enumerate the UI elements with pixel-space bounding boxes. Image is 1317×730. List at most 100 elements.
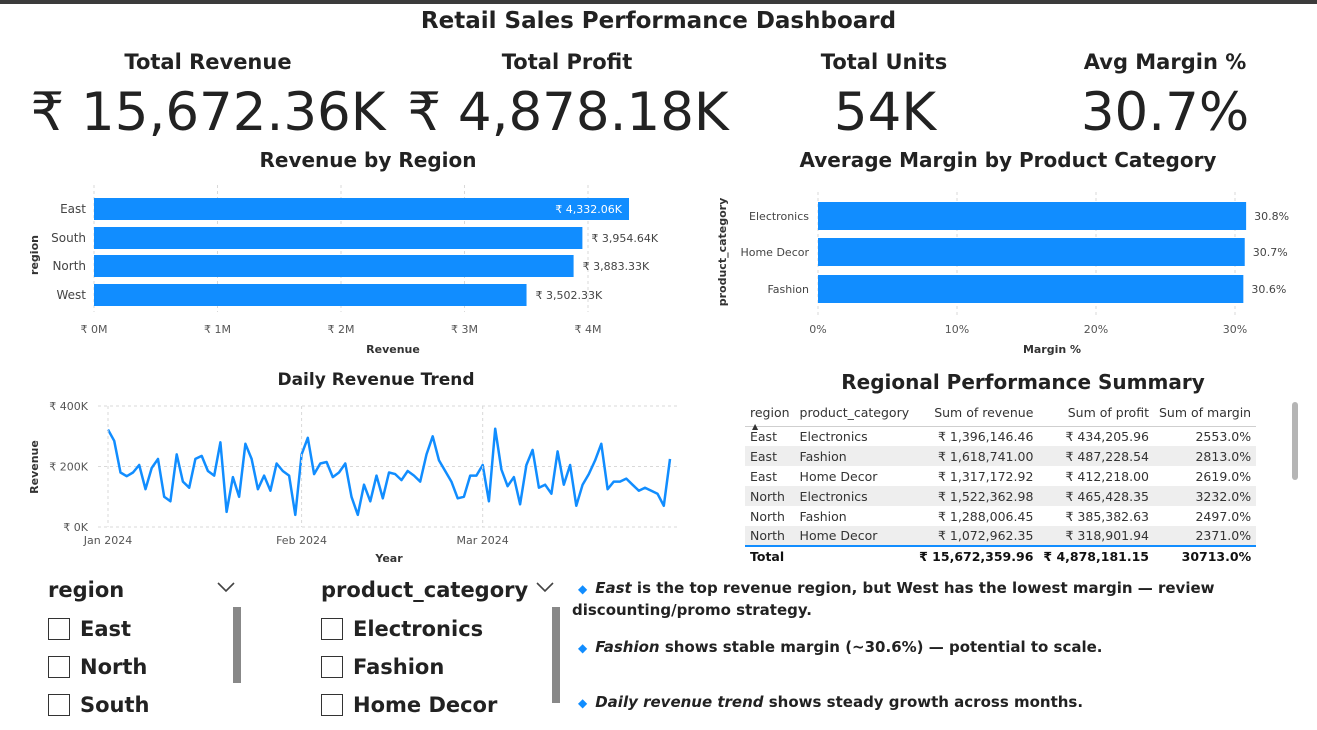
col-header-sum-revenue[interactable]: Sum of revenue	[914, 400, 1039, 427]
cell-margin: 2497.0%	[1195, 508, 1252, 524]
slicer-item-east[interactable]: East	[48, 617, 131, 641]
checkbox[interactable]	[321, 656, 343, 678]
checkbox[interactable]	[48, 618, 70, 640]
cell-margin: 2553.0%	[1195, 428, 1252, 444]
chevron-down-icon[interactable]	[216, 580, 236, 594]
data-label: 30.6%	[1251, 283, 1286, 296]
data-label: 30.7%	[1253, 246, 1288, 259]
x-tick-label: Jan 2024	[83, 534, 132, 547]
y-tick-label: ₹ 400K	[49, 400, 88, 413]
y-tick-label: West	[56, 288, 86, 302]
col-header-product-category[interactable]: product_category	[794, 400, 915, 427]
table-row: North Home Decor ₹ 1,072,962.35 ₹ 318,90…	[745, 526, 1257, 546]
x-tick-label: ₹ 0M	[81, 323, 108, 336]
kpi-avg-margin-value: 30.7%	[1080, 82, 1250, 143]
cell-region: East	[750, 468, 777, 484]
cell-revenue: ₹ 1,522,362.98	[914, 486, 1039, 506]
checkbox[interactable]	[48, 656, 70, 678]
chevron-down-icon[interactable]	[535, 580, 555, 594]
cell-revenue: ₹ 1,288,006.45	[937, 508, 1034, 524]
x-tick-label: Feb 2024	[276, 534, 327, 547]
kpi-avg-margin-label: Avg Margin %	[1083, 50, 1247, 74]
slicer-item-home-decor[interactable]: Home Decor	[321, 693, 497, 717]
cell-region: North	[750, 508, 785, 524]
top-border	[0, 0, 1317, 4]
cell-category: Fashion	[799, 508, 847, 524]
y-tick-label: South	[51, 231, 86, 245]
checkbox[interactable]	[321, 618, 343, 640]
daily-revenue-trend-chart: ₹ 400K ₹ 200K ₹ 0KJan 2024 Feb 2024 Mar 2024…	[28, 400, 680, 565]
region-chart-title: Revenue by Region	[259, 148, 477, 172]
col-header-sum-profit[interactable]: Sum of profit	[1038, 400, 1154, 427]
y-tick-label: ₹ 0K	[63, 521, 88, 534]
table-scrollbar[interactable]	[1292, 402, 1298, 480]
y-tick-label: East	[60, 202, 86, 216]
bar	[94, 198, 630, 220]
cell-region: North	[745, 526, 795, 546]
kpi-total-units-label: Total Units	[820, 50, 948, 74]
total-category	[794, 545, 915, 566]
cell-category: Home Decor	[794, 526, 915, 546]
bar	[818, 275, 1244, 303]
region-slicer-scrollbar[interactable]	[233, 607, 241, 683]
category-slicer-scrollbar[interactable]	[552, 607, 560, 703]
x-tick-label: Mar 2024	[457, 534, 509, 547]
slicer-item-electronics[interactable]: Electronics	[321, 617, 483, 641]
x-axis-title: Year	[374, 552, 403, 565]
x-tick-label: 30%	[1223, 323, 1247, 336]
data-label: 30.8%	[1254, 210, 1289, 223]
y-tick-label: North	[52, 259, 86, 273]
data-label: ₹ 4,332.06K	[555, 203, 622, 216]
x-tick-label: 0%	[809, 323, 826, 336]
cell-profit: ₹ 412,218.00	[1065, 468, 1149, 484]
margin-by-category-chart: 0% 10% 20% 30% Electronics 30.8% Home Decor 30.…	[716, 192, 1289, 356]
table-row: East Home Decor ₹ 1,317,172.92 ₹ 412,218…	[745, 466, 1256, 486]
region-slicer: region East North South	[48, 578, 248, 728]
y-axis-title: product_category	[716, 198, 729, 307]
cell-region: North	[745, 486, 795, 506]
cell-revenue: ₹ 1,072,962.35	[914, 526, 1039, 546]
total-profit: ₹ 4,878,181.15	[1038, 545, 1154, 566]
table-row: East Fashion ₹ 1,618,741.00 ₹ 487,228.54…	[745, 446, 1257, 466]
slicer-item-south[interactable]: South	[48, 693, 150, 717]
x-tick-label: ₹ 4M	[575, 323, 602, 336]
cell-category: Fashion	[794, 446, 915, 466]
y-tick-label: Electronics	[749, 210, 809, 223]
insight-3: ◆ Daily revenue trend shows steady growth…	[578, 693, 1084, 711]
col-header-sum-margin[interactable]: Sum of margin	[1153, 400, 1257, 427]
data-label: ₹ 3,502.33K	[536, 289, 603, 302]
series-line	[106, 427, 672, 517]
bar	[94, 227, 583, 249]
x-tick-label: ₹ 3M	[451, 323, 478, 336]
sort-indicator-icon: ▲	[752, 422, 759, 431]
cell-category: Electronics	[794, 486, 915, 506]
dashboard-title: Retail Sales Performance Dashboard	[420, 8, 897, 34]
diamond-bullet-icon: ◆	[578, 696, 588, 710]
y-axis-title: region	[28, 235, 41, 275]
diamond-bullet-icon: ◆	[578, 641, 588, 655]
cell-revenue: ₹ 1,618,741.00	[914, 446, 1039, 466]
slicer-item-north[interactable]: North	[48, 655, 147, 679]
bar	[818, 202, 1247, 230]
bar	[818, 238, 1245, 266]
bar	[94, 284, 527, 306]
total-revenue: ₹ 15,672,359.96	[914, 545, 1039, 566]
slicer-item-fashion[interactable]: Fashion	[321, 655, 444, 679]
checkbox[interactable]	[48, 694, 70, 716]
cell-region: East	[745, 446, 795, 466]
y-tick-label: Fashion	[767, 283, 809, 296]
checkbox[interactable]	[321, 694, 343, 716]
insight-2: ◆ Fashion shows stable margin (~30.6%) — …	[578, 638, 1103, 656]
cell-category: Home Decor	[799, 468, 878, 484]
x-tick-label: 20%	[1084, 323, 1108, 336]
table-row: East Electronics ₹ 1,396,146.46 ₹ 434,20…	[745, 426, 1256, 446]
total-margin: 30713.0%	[1153, 545, 1257, 566]
x-tick-label: 10%	[945, 323, 969, 336]
cell-profit: ₹ 434,205.96	[1065, 428, 1149, 444]
cell-margin: 3232.0%	[1153, 486, 1257, 506]
kpi-total-units-value: 54K	[833, 82, 937, 143]
data-label: ₹ 3,883.33K	[583, 260, 650, 273]
revenue-by-region-chart: ₹ 0M ₹ 1M ₹ 2M ₹ 3M ₹ 4M East ₹ 4,332.06K South…	[28, 185, 659, 356]
col-header-region[interactable]: region ▲	[745, 400, 795, 431]
kpi-total-revenue-value: ₹ 15,672.36K	[30, 82, 386, 143]
